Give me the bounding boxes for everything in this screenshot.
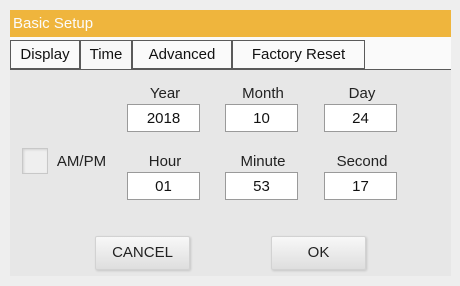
tab-factory-reset[interactable]: Factory Reset (232, 40, 365, 69)
minute-field[interactable] (225, 172, 298, 200)
tab-bar: Display Time Advanced Factory Reset (10, 37, 451, 70)
month-field[interactable] (225, 104, 298, 132)
day-field[interactable] (324, 104, 397, 132)
ok-button[interactable]: OK (271, 236, 366, 270)
second-label: Second (336, 153, 388, 170)
tab-display[interactable]: Display (10, 40, 80, 69)
hour-label: Hour (148, 153, 182, 170)
year-label: Year (149, 85, 181, 102)
tab-advanced[interactable]: Advanced (132, 40, 232, 69)
basic-setup-dialog: Basic Setup Display Time Advanced Factor… (0, 0, 460, 286)
minute-label: Minute (240, 153, 286, 170)
day-label: Day (348, 85, 376, 102)
hour-field[interactable] (127, 172, 200, 200)
tab-time[interactable]: Time (80, 40, 132, 70)
second-field[interactable] (324, 172, 397, 200)
time-settings-panel: Year Month Day AM/PM Hour Minute Second … (10, 69, 451, 276)
ampm-label: AM/PM (56, 153, 107, 170)
dialog-title: Basic Setup (10, 10, 451, 37)
year-field[interactable] (127, 104, 200, 132)
cancel-button[interactable]: CANCEL (95, 236, 190, 270)
month-label: Month (242, 85, 284, 102)
